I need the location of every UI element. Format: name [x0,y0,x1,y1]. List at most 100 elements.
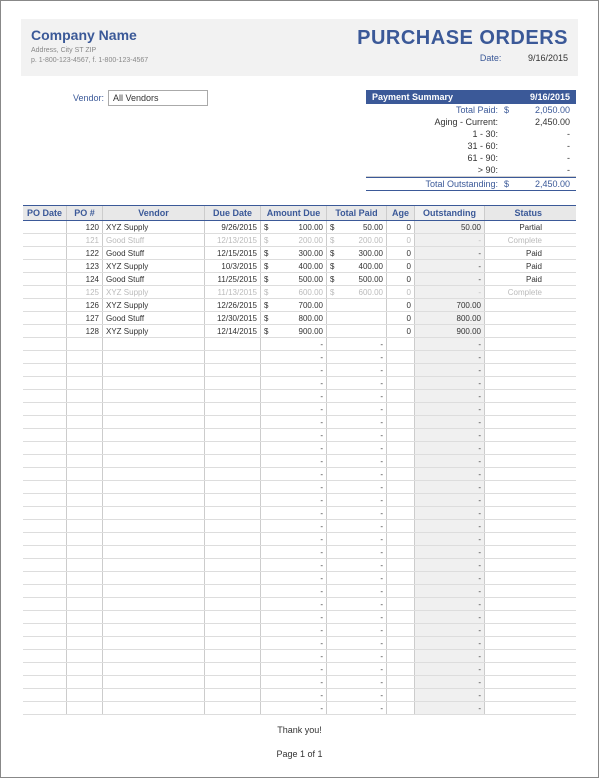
cell-outstanding: - [415,481,485,493]
cell-vendor [103,338,205,350]
cell-age: 0 [387,273,415,285]
cell-outstanding: - [415,351,485,363]
cell-status [485,481,545,493]
cell-ponum [67,416,103,428]
col-podate: PO Date [23,206,67,220]
cell-amount: - [261,442,327,454]
table-row: --- [23,455,576,468]
cell-podate [23,312,67,324]
cell-due: 11/25/2015 [205,273,261,285]
cell-vendor [103,429,205,441]
vendor-filter: Vendor: All Vendors [73,90,208,106]
cell-ponum [67,689,103,701]
summary-heading-label: Payment Summary [372,92,453,102]
cell-ponum [67,637,103,649]
cell-podate [23,221,67,233]
header-band: Company Name Address, City ST ZIP p. 1-8… [21,19,578,76]
cell-due [205,481,261,493]
summary-row-label: Total Paid: [372,105,504,115]
col-age: Age [387,206,415,220]
cell-podate [23,494,67,506]
cell-vendor [103,559,205,571]
cell-outstanding: - [415,390,485,402]
table-row: 125XYZ Supply11/13/2015$600.00$600.000-C… [23,286,576,299]
cell-age [387,702,415,714]
cell-due [205,338,261,350]
cell-podate [23,325,67,337]
cell-status: Paid [485,247,545,259]
cell-podate [23,559,67,571]
table-row: --- [23,481,576,494]
cell-due [205,520,261,532]
table-row: --- [23,442,576,455]
cell-vendor [103,572,205,584]
cell-paid [327,312,387,324]
cell-ponum [67,533,103,545]
cell-status [485,676,545,688]
cell-outstanding: 700.00 [415,299,485,311]
cell-podate [23,598,67,610]
table-row: --- [23,559,576,572]
cell-ponum: 123 [67,260,103,272]
cell-status: Paid [485,273,545,285]
cell-age [387,351,415,363]
cell-vendor [103,468,205,480]
cell-amount: $600.00 [261,286,327,298]
col-out: Outstanding [415,206,485,220]
col-due: Due Date [205,206,261,220]
cell-podate [23,260,67,272]
summary-row: Total Paid:$2,050.00 [366,104,576,116]
cell-amount: $900.00 [261,325,327,337]
cell-ponum [67,598,103,610]
cell-outstanding: - [415,702,485,714]
vendor-input[interactable]: All Vendors [108,90,208,106]
cell-ponum [67,702,103,714]
cell-amount: - [261,572,327,584]
table-row: 122Good Stuff12/15/2015$300.00$300.000-P… [23,247,576,260]
table-row: --- [23,650,576,663]
cell-amount: $400.00 [261,260,327,272]
cell-age [387,611,415,623]
cell-amount: - [261,338,327,350]
cell-vendor [103,390,205,402]
cell-status [485,663,545,675]
cell-paid: - [327,585,387,597]
company-name: Company Name [31,27,148,43]
date-line: Date: 9/16/2015 [357,53,568,63]
summary-row-dollar [504,129,514,139]
cell-paid: - [327,637,387,649]
cell-amount: - [261,585,327,597]
cell-outstanding: - [415,260,485,272]
cell-ponum [67,559,103,571]
cell-age [387,585,415,597]
table-row: 127Good Stuff12/30/2015$800.000800.00 [23,312,576,325]
cell-amount: - [261,507,327,519]
cell-podate [23,455,67,467]
cell-podate [23,481,67,493]
cell-outstanding: - [415,364,485,376]
cell-amount: - [261,637,327,649]
cell-status [485,416,545,428]
cell-outstanding: - [415,520,485,532]
table-row: --- [23,351,576,364]
table-header: PO Date PO # Vendor Due Date Amount Due … [23,205,576,221]
cell-podate [23,377,67,389]
cell-age [387,442,415,454]
cell-paid: - [327,429,387,441]
cell-age [387,624,415,636]
cell-age [387,390,415,402]
page-title: PURCHASE ORDERS [357,27,568,50]
cell-ponum [67,468,103,480]
cell-age [387,377,415,389]
cell-outstanding: - [415,624,485,636]
vendor-label: Vendor: [73,93,104,103]
cell-podate [23,663,67,675]
col-amt: Amount Due [261,206,327,220]
cell-vendor [103,481,205,493]
cell-amount: $700.00 [261,299,327,311]
cell-status [485,299,545,311]
cell-amount: - [261,481,327,493]
cell-status [485,637,545,649]
cell-outstanding: 900.00 [415,325,485,337]
table-row: --- [23,598,576,611]
